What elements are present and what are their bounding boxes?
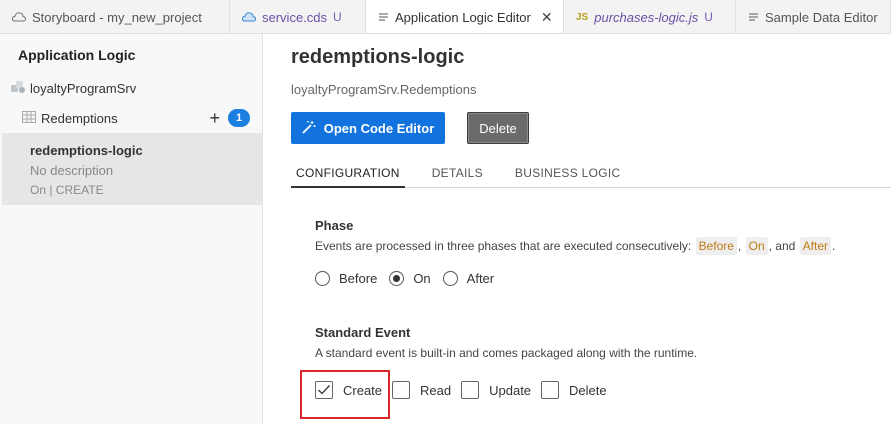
add-icon[interactable]: + xyxy=(209,109,220,127)
logic-description: No description xyxy=(30,163,114,178)
radio-label-on: On xyxy=(413,271,431,286)
sidebar-title: Application Logic xyxy=(18,47,136,63)
page-subtitle: loyaltyProgramSrv.Redemptions xyxy=(291,82,477,97)
tab-details[interactable]: DETAILS xyxy=(427,160,488,188)
cds-icon xyxy=(242,11,256,23)
tab-sample-data-editor[interactable]: Sample Data Editor xyxy=(736,0,891,33)
tab-storyboard[interactable]: Storyboard - my_new_project xyxy=(0,0,230,33)
sidebar-item-service[interactable]: loyaltyProgramSrv xyxy=(10,80,136,97)
sidebar: Application Logic loyaltyProgramSrv Rede… xyxy=(0,34,263,424)
close-icon[interactable]: ✕ xyxy=(541,9,553,26)
phase-chip-after: After xyxy=(799,237,832,255)
entity-table-icon xyxy=(22,110,36,126)
entity-label: Redemptions xyxy=(41,110,118,126)
modified-indicator: U xyxy=(333,10,342,24)
radio-before[interactable] xyxy=(315,271,330,286)
magic-wand-icon xyxy=(302,120,316,137)
checkbox-delete[interactable] xyxy=(541,381,560,399)
checkbox-label-delete: Delete xyxy=(569,382,607,398)
sidebar-item-redemptions[interactable]: Redemptions + 1 xyxy=(22,109,250,127)
phase-radio-group: Before On After xyxy=(315,271,506,286)
standard-event-heading: Standard Event xyxy=(315,325,411,340)
config-tabs: CONFIGURATION DETAILS BUSINESS LOGIC xyxy=(291,160,891,188)
tab-business-logic[interactable]: BUSINESS LOGIC xyxy=(510,160,626,188)
logic-status: On | CREATE xyxy=(30,183,104,197)
tab-service-cds[interactable]: service.cds U xyxy=(230,0,366,33)
phase-heading: Phase xyxy=(315,218,354,233)
checkbox-label-read: Read xyxy=(420,382,452,398)
service-icon xyxy=(10,80,26,97)
service-label: loyaltyProgramSrv xyxy=(30,81,137,96)
radio-label-after: After xyxy=(466,271,495,286)
tab-label: Application Logic Editor xyxy=(395,10,531,25)
radio-on[interactable] xyxy=(389,271,405,286)
open-code-editor-label: Open Code Editor xyxy=(323,120,435,136)
radio-label-before: Before xyxy=(339,271,378,286)
tab-label: Sample Data Editor xyxy=(765,9,878,25)
checkbox-read[interactable] xyxy=(392,381,411,399)
main-panel: redemptions-logic loyaltyProgramSrv.Rede… xyxy=(263,34,891,424)
doc-icon xyxy=(378,12,389,23)
phase-end: . xyxy=(832,239,836,253)
storyboard-icon xyxy=(12,11,26,23)
phase-sep: , and xyxy=(768,239,796,253)
phase-description: Events are processed in three phases tha… xyxy=(315,237,835,255)
sidebar-item-redemptions-logic[interactable]: redemptions-logic No description On | CR… xyxy=(2,133,262,205)
tab-label: Storyboard - my_new_project xyxy=(32,9,202,25)
tab-purchases-logic[interactable]: JS purchases-logic.js U xyxy=(564,0,736,33)
phase-text: Events are processed in three phases tha… xyxy=(315,239,692,253)
page-title: redemptions-logic xyxy=(291,46,465,68)
checkbox-label-update: Update xyxy=(489,382,532,398)
highlight-box xyxy=(300,370,390,419)
phase-chip-before: Before xyxy=(695,237,737,255)
delete-button[interactable]: Delete xyxy=(467,112,529,144)
phase-sep: , xyxy=(737,239,742,253)
tab-application-logic-editor[interactable]: Application Logic Editor ✕ xyxy=(366,0,564,33)
logic-name: redemptions-logic xyxy=(30,143,143,158)
js-file-icon: JS xyxy=(576,11,589,23)
modified-indicator: U xyxy=(704,10,713,24)
tab-label: service.cds xyxy=(262,9,328,25)
editor-tab-bar: Storyboard - my_new_project service.cds … xyxy=(0,0,891,34)
tab-label: purchases-logic.js xyxy=(594,9,699,25)
checkbox-update[interactable] xyxy=(461,381,480,399)
standard-event-description: A standard event is built-in and comes p… xyxy=(315,346,698,360)
radio-after[interactable] xyxy=(442,271,458,286)
phase-chip-on: On xyxy=(745,237,768,255)
count-badge: 1 xyxy=(228,109,250,127)
tab-configuration[interactable]: CONFIGURATION xyxy=(291,160,405,188)
open-code-editor-button[interactable]: Open Code Editor xyxy=(291,112,445,144)
doc-icon xyxy=(748,12,759,23)
